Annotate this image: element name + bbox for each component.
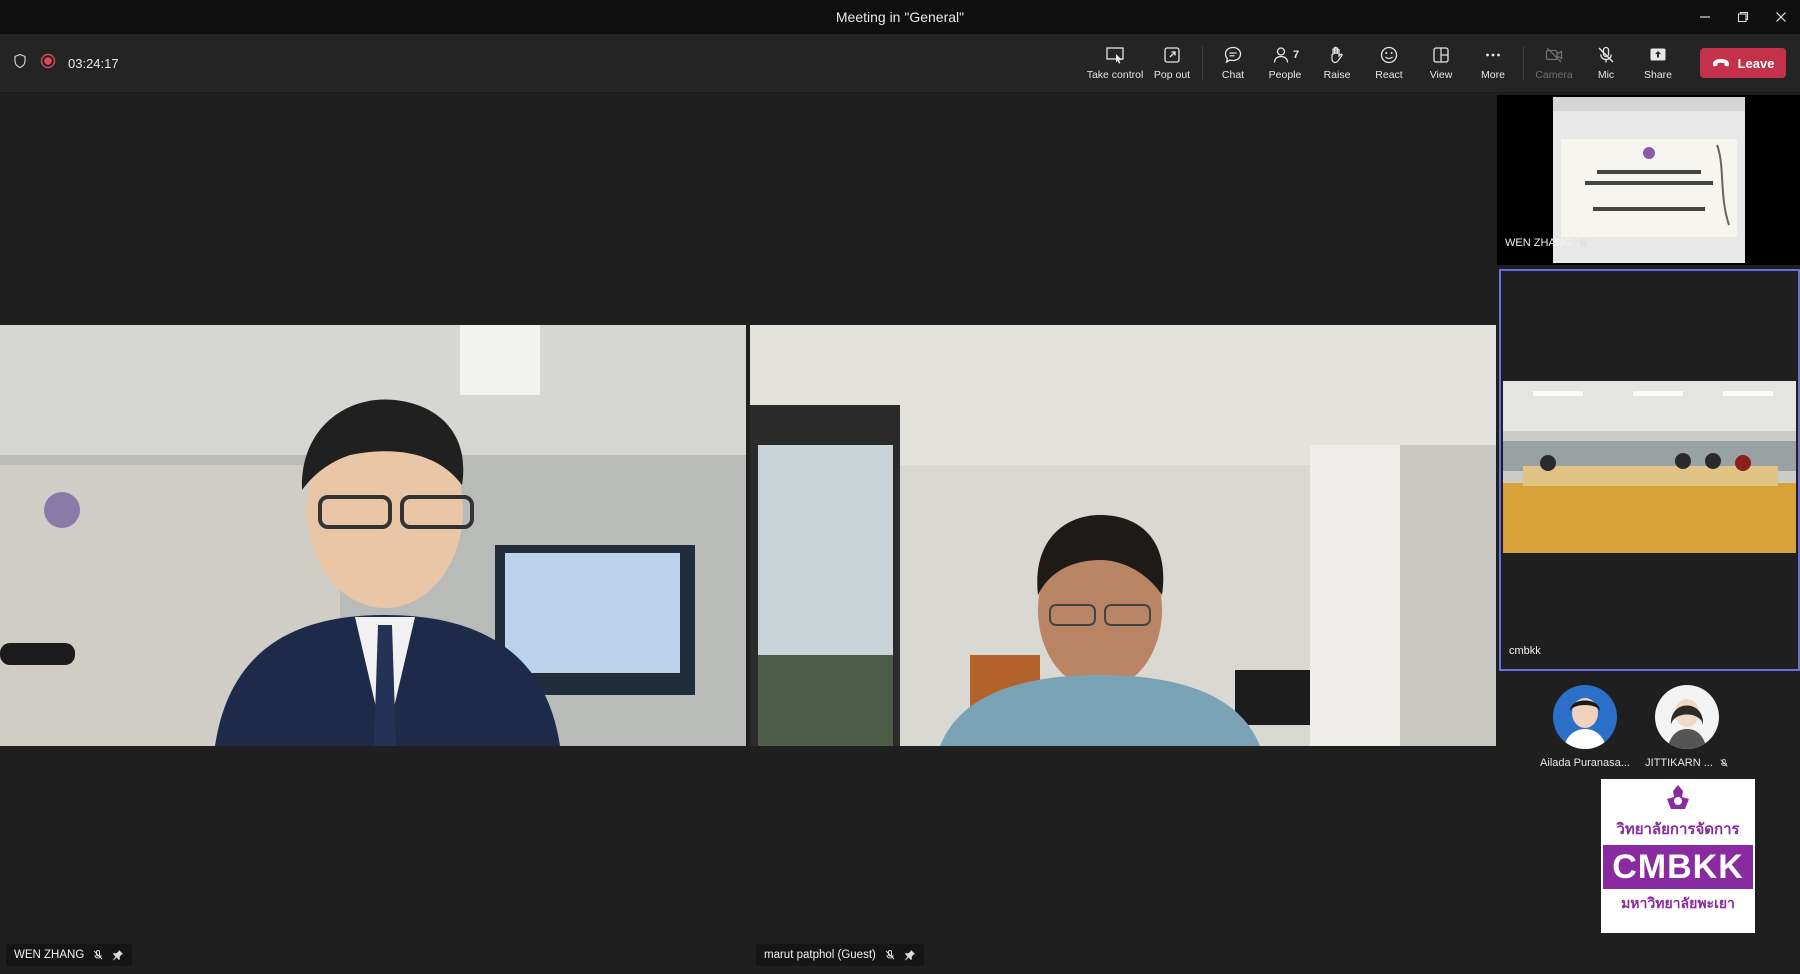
- mic-off-icon: [1579, 238, 1588, 247]
- share-screen-icon: [1650, 48, 1666, 61]
- pin-icon[interactable]: [904, 949, 916, 961]
- people-count: 7: [1292, 49, 1300, 61]
- share-button[interactable]: Share: [1632, 35, 1684, 91]
- camera-off-icon: [1545, 47, 1563, 63]
- avatar-name: JITTIKARN ...: [1645, 757, 1713, 769]
- title-bar: Meeting in "General": [0, 0, 1800, 34]
- pop-out-icon: [1164, 47, 1180, 63]
- logo-thai-line1: วิทยาลัยการจัดการ: [1616, 820, 1740, 838]
- hang-up-icon: [1712, 59, 1729, 67]
- shared-screen-tile[interactable]: WEN ZHANG: [1497, 95, 1800, 265]
- raise-hand-button[interactable]: Raise: [1311, 35, 1363, 91]
- mic-button[interactable]: Mic: [1580, 35, 1632, 91]
- participant-rail: WEN ZHANG cmbkk Ailada Puranasa... JITTI…: [1497, 93, 1800, 974]
- leave-button[interactable]: Leave: [1700, 48, 1786, 78]
- mic-label: Mic: [1597, 69, 1615, 81]
- take-control-icon: [1106, 47, 1124, 64]
- active-speaker-tile[interactable]: cmbkk: [1499, 269, 1800, 671]
- share-label: Share: [1643, 69, 1673, 81]
- meeting-status: 03:24:17: [12, 34, 119, 92]
- react-label: React: [1375, 69, 1403, 81]
- view-label: View: [1429, 69, 1453, 81]
- window-title: Meeting in "General": [835, 9, 965, 25]
- pin-icon[interactable]: [112, 949, 124, 961]
- logo-thai-line2: มหาวิทยาลัยพะเยา: [1621, 896, 1735, 912]
- chat-label: Chat: [1221, 69, 1245, 81]
- participant-avatar-item[interactable]: Ailada Puranasa...: [1535, 685, 1635, 769]
- leave-label: Leave: [1737, 55, 1775, 71]
- participant-nametag: marut patphol (Guest): [756, 944, 924, 966]
- pop-out-button[interactable]: Pop out: [1146, 35, 1198, 91]
- toolbar-divider: [1202, 46, 1203, 80]
- more-options-icon: [1486, 53, 1500, 57]
- participant-video: [750, 325, 1496, 746]
- shield-icon: [12, 53, 28, 74]
- toolbar-actions: Take control Pop out Chat 7 People Raise…: [1084, 34, 1786, 92]
- mic-off-icon: [1598, 46, 1614, 63]
- mic-off-icon: [885, 950, 895, 960]
- participant-pane-marut-patphol[interactable]: marut patphol (Guest): [750, 93, 1496, 974]
- university-emblem-icon: [1667, 785, 1689, 809]
- logo-brand: CMBKK: [1603, 845, 1753, 889]
- video-feed-image: [0, 325, 746, 746]
- take-control-button[interactable]: Take control: [1084, 35, 1146, 91]
- participant-name: marut patphol (Guest): [764, 949, 876, 961]
- people-button[interactable]: 7 People: [1259, 35, 1311, 91]
- video-stage: WEN ZHANG marut patphol (Guest): [0, 93, 1496, 974]
- participant-avatar-item[interactable]: JITTIKARN ...: [1637, 685, 1737, 769]
- restore-icon[interactable]: [1724, 0, 1762, 34]
- more-button[interactable]: More: [1467, 35, 1519, 91]
- conference-room-video: [1503, 381, 1796, 553]
- avatar: [1553, 685, 1617, 749]
- camera-label: Camera: [1535, 69, 1573, 81]
- video-feed-image: [750, 325, 1496, 746]
- participant-pane-wen-zhang[interactable]: WEN ZHANG: [0, 93, 746, 974]
- chat-button[interactable]: Chat: [1207, 35, 1259, 91]
- view-button[interactable]: View: [1415, 35, 1467, 91]
- close-icon[interactable]: [1762, 0, 1800, 34]
- avatar: [1655, 685, 1719, 749]
- mic-off-icon: [1720, 758, 1728, 767]
- participant-nametag: WEN ZHANG: [6, 944, 133, 966]
- participant-name: cmbkk: [1509, 645, 1541, 657]
- avatar-name: Ailada Puranasa...: [1540, 757, 1630, 769]
- toolbar-divider: [1523, 46, 1524, 80]
- participant-name: WEN ZHANG: [1505, 237, 1573, 249]
- recording-icon: [40, 53, 56, 74]
- raise-label: Raise: [1323, 69, 1351, 81]
- cmbkk-logo-tile[interactable]: วิทยาลัยการจัดการ CMBKK มหาวิทยาลัยพะเยา: [1601, 779, 1755, 933]
- more-label: More: [1481, 69, 1505, 81]
- tile-nametag: cmbkk: [1509, 645, 1541, 657]
- raise-hand-icon: [1331, 46, 1343, 64]
- take-control-label: Take control: [1086, 69, 1144, 81]
- tile-nametag: WEN ZHANG: [1505, 237, 1589, 249]
- participant-video: [0, 325, 746, 746]
- people-icon: [1273, 47, 1289, 63]
- audio-only-participants: Ailada Puranasa... JITTIKARN ...: [1497, 685, 1800, 775]
- mic-off-icon: [93, 950, 103, 960]
- people-label: People: [1268, 69, 1302, 81]
- meeting-toolbar: 03:24:17 Take control Pop out Chat 7 Peo…: [0, 34, 1800, 93]
- pop-out-label: Pop out: [1153, 69, 1191, 81]
- meeting-timer: 03:24:17: [68, 55, 119, 71]
- participant-name: WEN ZHANG: [14, 949, 85, 961]
- react-button[interactable]: React: [1363, 35, 1415, 91]
- chat-icon: [1224, 46, 1242, 64]
- minimize-icon[interactable]: [1686, 0, 1724, 34]
- smile-icon: [1380, 46, 1398, 64]
- camera-button[interactable]: Camera: [1528, 35, 1580, 91]
- window-controls: [1686, 0, 1800, 34]
- layout-grid-icon: [1433, 47, 1449, 63]
